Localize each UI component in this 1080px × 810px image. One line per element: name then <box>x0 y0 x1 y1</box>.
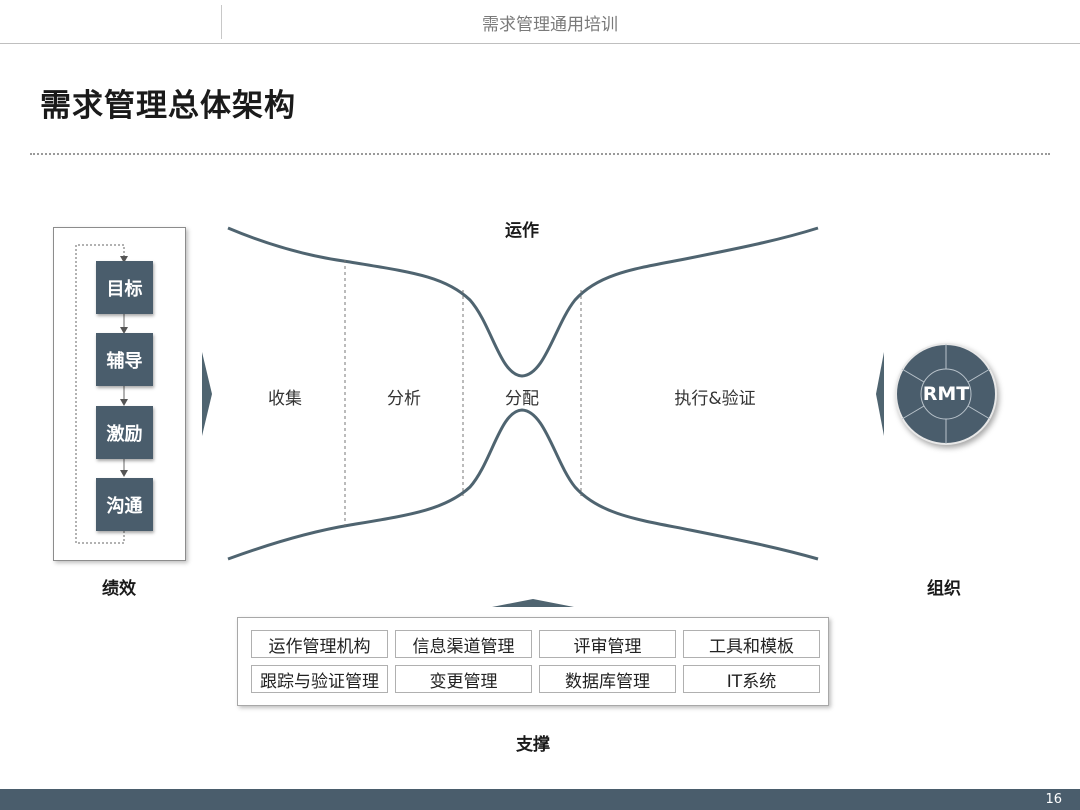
support-item-tracking: 跟踪与验证管理 <box>251 665 388 693</box>
support-item-review: 评审管理 <box>539 630 676 658</box>
support-item-tools: 工具和模板 <box>683 630 820 658</box>
support-label: 支撑 <box>516 735 550 755</box>
support-item-channel: 信息渠道管理 <box>395 630 532 658</box>
support-panel: 运作管理机构 信息渠道管理 评审管理 工具和模板 跟踪与验证管理 变更管理 数据… <box>237 617 829 706</box>
footer-bar <box>0 789 1080 810</box>
support-item-database: 数据库管理 <box>539 665 676 693</box>
support-item-change: 变更管理 <box>395 665 532 693</box>
support-item-it: IT系统 <box>683 665 820 693</box>
rmt-badge: RMT <box>922 383 970 405</box>
page-number: 16 <box>1045 792 1062 807</box>
support-item-org: 运作管理机构 <box>251 630 388 658</box>
organization-label: 组织 <box>927 579 961 599</box>
